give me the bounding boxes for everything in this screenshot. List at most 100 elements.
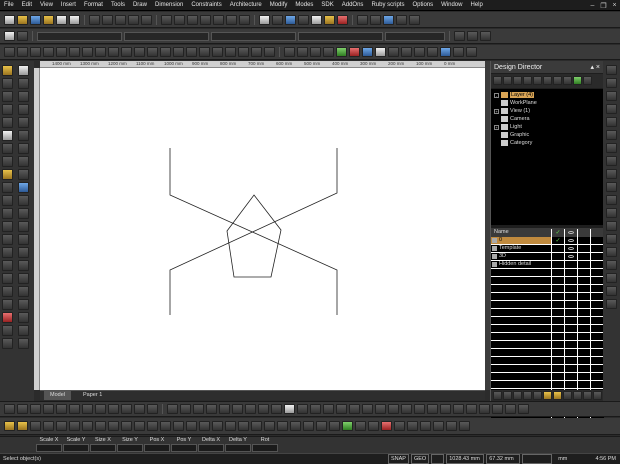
red-sphere-icon[interactable] bbox=[381, 421, 392, 431]
bottom-tool-icon[interactable] bbox=[258, 404, 269, 414]
bottom-tool-icon[interactable] bbox=[180, 404, 191, 414]
align-icon[interactable] bbox=[264, 47, 275, 57]
snap-point-icon[interactable] bbox=[606, 182, 617, 192]
bottom-tool-icon[interactable] bbox=[238, 421, 249, 431]
dd-bottom-icon[interactable] bbox=[503, 391, 512, 400]
menu-ruby-scripts[interactable]: Ruby scripts bbox=[367, 0, 408, 11]
circle-tool-icon[interactable] bbox=[2, 117, 13, 128]
unfold-icon[interactable] bbox=[18, 338, 29, 349]
bottom-tool-icon[interactable] bbox=[82, 421, 93, 431]
dd-tool-icon[interactable] bbox=[553, 76, 562, 85]
dd-tool-icon[interactable] bbox=[523, 76, 532, 85]
bottom-tool-icon[interactable] bbox=[206, 404, 217, 414]
bottom-tool-icon[interactable] bbox=[69, 421, 80, 431]
grid-icon[interactable] bbox=[259, 14, 270, 25]
bottom-tool-icon[interactable] bbox=[30, 421, 41, 431]
check-icon[interactable] bbox=[573, 76, 582, 85]
snap-parallel-icon[interactable] bbox=[606, 208, 617, 218]
pentagon-shape[interactable] bbox=[226, 194, 282, 278]
bottom-tool-icon[interactable] bbox=[121, 421, 132, 431]
menu-draw[interactable]: Draw bbox=[129, 0, 151, 11]
menu-modes[interactable]: Modes bbox=[291, 0, 317, 11]
point-icon[interactable] bbox=[2, 182, 13, 193]
taper-icon[interactable] bbox=[18, 325, 29, 336]
lineweight-combo[interactable] bbox=[298, 31, 383, 41]
settings-gear-icon[interactable] bbox=[4, 31, 15, 41]
bottom-tool-icon[interactable] bbox=[121, 404, 132, 414]
bottom-tool-icon[interactable] bbox=[160, 421, 171, 431]
eye-icon[interactable] bbox=[564, 244, 577, 253]
bottom-tool-icon[interactable] bbox=[43, 421, 54, 431]
marker-icon[interactable] bbox=[17, 421, 28, 431]
tree-item-graphic[interactable]: Graphic bbox=[491, 131, 604, 139]
bottom-tool-icon[interactable] bbox=[30, 404, 41, 414]
layer-color[interactable] bbox=[590, 244, 603, 253]
table-icon[interactable] bbox=[388, 47, 399, 57]
dd-bottom-icon[interactable] bbox=[543, 391, 552, 400]
bottom-tool-icon[interactable] bbox=[310, 404, 321, 414]
extend-tool-icon[interactable] bbox=[18, 169, 29, 180]
print-icon[interactable] bbox=[56, 14, 67, 25]
column-visible[interactable] bbox=[564, 228, 577, 237]
dd-tool-icon[interactable] bbox=[543, 76, 552, 85]
bottom-tool-icon[interactable] bbox=[245, 404, 256, 414]
bottom-tool-icon[interactable] bbox=[82, 404, 93, 414]
snap-endpoint-icon[interactable] bbox=[606, 65, 617, 75]
twist-icon[interactable] bbox=[18, 312, 29, 323]
zoom-extents-icon[interactable] bbox=[200, 14, 211, 25]
undo-icon[interactable] bbox=[128, 14, 139, 25]
bottom-tool-icon[interactable] bbox=[251, 421, 262, 431]
trim-tool-icon[interactable] bbox=[18, 156, 29, 167]
help-icon[interactable] bbox=[383, 14, 394, 25]
move-tool-icon[interactable] bbox=[18, 91, 29, 102]
color-combo[interactable] bbox=[124, 31, 209, 41]
bottom-tool-icon[interactable] bbox=[167, 404, 178, 414]
intersect-icon[interactable] bbox=[18, 208, 29, 219]
print-preview-icon[interactable] bbox=[69, 14, 80, 25]
orbit-icon[interactable] bbox=[226, 14, 237, 25]
curve-icon[interactable] bbox=[95, 47, 106, 57]
cone-icon[interactable] bbox=[323, 47, 334, 57]
dd-bottom-icon[interactable] bbox=[583, 391, 592, 400]
dd-tool-icon[interactable] bbox=[503, 76, 512, 85]
script-icon[interactable] bbox=[396, 14, 407, 25]
lock-icon[interactable] bbox=[577, 236, 590, 245]
mirror-tool-icon[interactable] bbox=[18, 130, 29, 141]
bottom-tool-icon[interactable] bbox=[388, 404, 399, 414]
wireframe-icon[interactable] bbox=[298, 14, 309, 25]
size-x-input[interactable] bbox=[90, 444, 116, 452]
cut-icon[interactable] bbox=[89, 14, 100, 25]
bottom-tool-icon[interactable] bbox=[297, 404, 308, 414]
grid-toggle-icon[interactable] bbox=[284, 404, 295, 414]
stretch-icon[interactable] bbox=[251, 47, 262, 57]
menu-format[interactable]: Format bbox=[80, 0, 107, 11]
bottom-tool-icon[interactable] bbox=[4, 404, 15, 414]
bottom-tool-icon[interactable] bbox=[505, 404, 516, 414]
menu-edit[interactable]: Edit bbox=[18, 0, 36, 11]
zoom-out-icon[interactable] bbox=[174, 14, 185, 25]
dd-bottom-icon[interactable] bbox=[563, 391, 572, 400]
bottom-tool-icon[interactable] bbox=[43, 404, 54, 414]
dd-bottom-icon[interactable] bbox=[573, 391, 582, 400]
tree-item-light[interactable]: + Light bbox=[491, 123, 604, 131]
bottom-tool-icon[interactable] bbox=[95, 404, 106, 414]
drawing-setup-icon[interactable] bbox=[17, 31, 28, 41]
menu-sdk[interactable]: SDK bbox=[317, 0, 337, 11]
scale-x-input[interactable] bbox=[36, 444, 62, 452]
snap-perpendicular-icon[interactable] bbox=[606, 117, 617, 127]
pencil-icon[interactable] bbox=[4, 421, 15, 431]
arc-tool-icon[interactable] bbox=[2, 104, 13, 115]
dd-bottom-icon[interactable] bbox=[493, 391, 502, 400]
save-icon[interactable] bbox=[30, 14, 41, 25]
delta-x-input[interactable] bbox=[198, 444, 224, 452]
column-lock[interactable] bbox=[577, 228, 590, 237]
snap-vertex-icon[interactable] bbox=[606, 286, 617, 296]
shell-icon[interactable] bbox=[18, 234, 29, 245]
bottom-tool-icon[interactable] bbox=[362, 404, 373, 414]
dd-tool-icon[interactable] bbox=[583, 76, 592, 85]
save-all-icon[interactable] bbox=[43, 14, 54, 25]
bottom-tool-icon[interactable] bbox=[147, 404, 158, 414]
bottom-tool-icon[interactable] bbox=[518, 404, 529, 414]
layer-active[interactable] bbox=[551, 260, 564, 269]
bottom-tool-icon[interactable] bbox=[173, 421, 184, 431]
